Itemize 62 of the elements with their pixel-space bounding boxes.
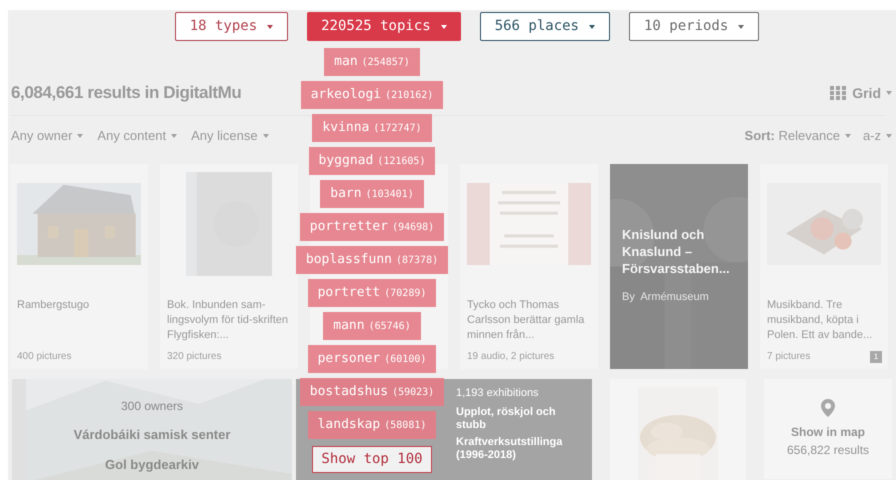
topic-tag[interactable]: man (254857) — [324, 48, 420, 76]
topic-tag[interactable]: barn (103401) — [320, 180, 424, 208]
map-pin-icon — [821, 399, 835, 417]
result-card[interactable]: Rambergstugo 400 pictures — [10, 164, 148, 369]
card-meta: 320 pictures — [167, 350, 222, 364]
card-title: Bok. Inbunden sam-lingsvolym för tid-skriften Flygfisken:... — [167, 298, 290, 343]
topic-tag[interactable]: kvinna (172747) — [312, 114, 432, 142]
topic-tag[interactable]: arkeologi (210162) — [300, 81, 444, 109]
sort-dropdown[interactable]: Sort: Relevance — [744, 126, 851, 146]
caret-icon — [440, 24, 447, 28]
topic-tag[interactable]: bostadshus (59023) — [300, 378, 444, 406]
topic-tag[interactable]: boplassfunn (87378) — [296, 246, 448, 274]
caret-icon — [267, 24, 274, 28]
topic-tag[interactable]: portretter (94698) — [300, 213, 444, 241]
topic-tag[interactable]: portrett (70289) — [308, 279, 436, 307]
topic-tag[interactable]: landskap (58081) — [308, 411, 436, 439]
caret-icon — [77, 134, 84, 138]
caret-icon — [589, 24, 595, 28]
map-result-count: 656,822 results — [786, 442, 870, 459]
card-title: Musikband. Tre musikband, köpta i Polen. Ett av bande... — [767, 298, 874, 343]
topic-tag[interactable]: mann (65746) — [323, 312, 421, 340]
caret-icon — [262, 134, 269, 138]
caret-icon — [171, 134, 178, 138]
owner-count: 300 owners — [120, 398, 184, 415]
filter-dropdown[interactable]: Any owner — [11, 126, 84, 146]
filter-dropdown[interactable]: 18 types — [174, 12, 288, 41]
topic-tag[interactable]: personer (60100) — [308, 345, 436, 373]
owners-card[interactable]: 300 owners Várdobáiki samisk senter Gol bygdearkiv — [12, 379, 292, 480]
map-card[interactable]: Show in map 656,822 results — [764, 379, 892, 479]
exhibition-count: 1,193 exhibitions — [456, 386, 540, 401]
hat-card[interactable] — [610, 379, 746, 480]
filter-dropdown[interactable]: 10 periods — [629, 12, 760, 41]
card-byline: By Armémuseum — [622, 290, 710, 305]
card-title: Tycko och Thomas Carlsson berättar gamla minnen från... — [467, 298, 586, 343]
caret-icon — [886, 134, 892, 138]
exhibition-name[interactable]: Upplot, röskjol och stubb — [456, 406, 588, 432]
caret-icon — [844, 134, 851, 138]
filter-dropdown[interactable]: 220525 topics — [307, 12, 461, 41]
filter-dropdown[interactable]: Any content — [97, 126, 178, 146]
card-meta: 400 pictures — [17, 350, 72, 364]
card-meta: 19 audio, 2 pictures — [467, 350, 554, 364]
result-card[interactable]: Tycko och Thomas Carlsson berättar gamla minnen från... 19 audio, 2 pictures — [460, 164, 598, 369]
exhibition-name[interactable]: Kraftverksutstillinga (1996-2018) — [456, 436, 588, 462]
card-title: Rambergstugo — [17, 298, 90, 313]
map-label: Show in map — [790, 424, 865, 441]
result-card[interactable]: Musikband. Tre musikband, köpta i Polen. Ett av bande... 7 pictures 1 — [760, 164, 888, 369]
card-title: Knislund och Knaslund – Försvarsstaben... — [622, 226, 731, 277]
order-dropdown[interactable]: a-z — [862, 126, 892, 146]
owner-name[interactable]: Várdobáiki samisk senter — [74, 425, 230, 444]
filter-dropdown[interactable]: 566 places — [480, 12, 610, 41]
result-card[interactable]: Knislund och Knaslund – Försvarsstaben... By Armémuseum — [610, 164, 748, 369]
card-meta: 7 pictures — [767, 350, 810, 364]
result-card[interactable]: Bok. Inbunden sam-lingsvolym för tid-skriften Flygfisken:... 320 pictures — [160, 164, 298, 369]
topic-tag[interactable]: byggnad (121605) — [308, 147, 436, 175]
grid-icon[interactable] — [830, 86, 846, 100]
comment-count-badge: 1 — [870, 351, 882, 363]
view-dropdown[interactable]: Grid — [852, 82, 892, 104]
filter-dropdown[interactable]: Any license — [191, 126, 269, 146]
caret-icon — [738, 24, 744, 28]
caret-icon — [886, 91, 892, 95]
show-top-button[interactable]: Show top 100 — [312, 446, 432, 473]
results-title: 6,084,661 results in DigitaltMu — [11, 82, 242, 104]
